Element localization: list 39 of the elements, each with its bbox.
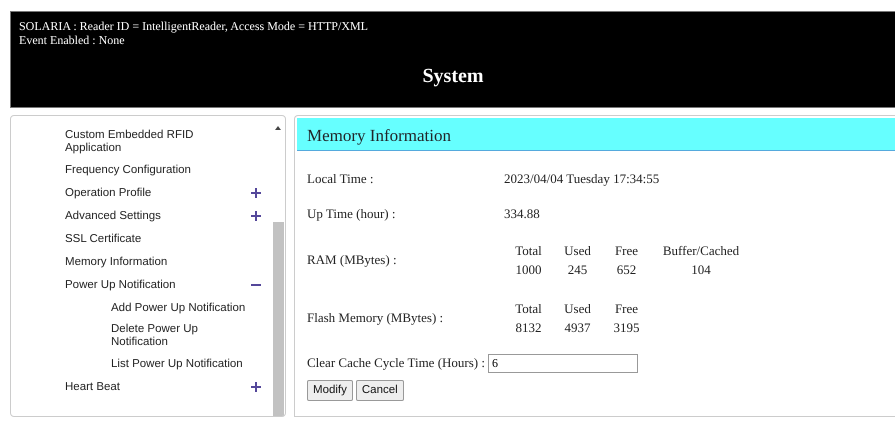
- menu-link[interactable]: Custom Embedded RFID Application: [65, 129, 215, 155]
- column-value: 245: [568, 261, 588, 279]
- menu-link[interactable]: Frequency Configuration: [65, 164, 191, 176]
- column-heading: Total: [515, 242, 542, 260]
- status-text: SOLARIA : Reader ID = IntelligentReader, Access Mode = HTTP/XML: [19, 19, 368, 33]
- column-heading: Used: [564, 300, 591, 318]
- menu-link[interactable]: Add Power Up Notification: [111, 302, 246, 314]
- menu-link[interactable]: Power Up Notification: [65, 278, 176, 292]
- modify-button[interactable]: Modify: [307, 380, 353, 402]
- column-value: 104: [691, 261, 711, 279]
- column-value: 1000: [516, 261, 542, 279]
- menu-link[interactable]: Heart Beat: [65, 380, 120, 394]
- column-value: 3195: [614, 319, 640, 337]
- column-value: 4937: [564, 319, 590, 337]
- column-heading: Used: [564, 242, 591, 260]
- menu-link[interactable]: List Power Up Notification: [111, 358, 243, 370]
- field-label: Up Time (hour) :: [307, 204, 396, 223]
- column-value: 8132: [516, 319, 542, 337]
- menu-link[interactable]: Delete Power Up Notification: [111, 323, 253, 349]
- column-heading: Total: [515, 300, 542, 318]
- panel-title: Memory Information: [297, 118, 895, 151]
- column-heading: Free: [614, 300, 638, 318]
- field-value: 334.88: [504, 204, 540, 223]
- cancel-button[interactable]: Cancel: [356, 380, 404, 402]
- column-value: 652: [616, 261, 636, 279]
- field-label: Flash Memory (MBytes) :: [307, 309, 444, 328]
- field-value: 2023/04/04 Tuesday 17:34:55: [504, 170, 660, 188]
- field-label: Clear Cache Cycle Time (Hours) :: [307, 354, 485, 372]
- page-title: System: [422, 64, 484, 89]
- column-heading: Buffer/Cached: [662, 242, 740, 260]
- field-label: Local Time :: [307, 170, 374, 188]
- cache-time-field[interactable]: 6: [488, 354, 638, 372]
- menu-link[interactable]: Operation Profile: [65, 186, 152, 200]
- menu-link[interactable]: Advanced Settings: [65, 210, 161, 222]
- status-text: Event Enabled : None: [19, 33, 125, 47]
- column-heading: Free: [614, 242, 638, 260]
- menu-link[interactable]: SSL Certificate: [65, 232, 142, 246]
- field-label: RAM (MBytes) :: [307, 251, 398, 270]
- menu-link[interactable]: Memory Information: [65, 256, 168, 268]
